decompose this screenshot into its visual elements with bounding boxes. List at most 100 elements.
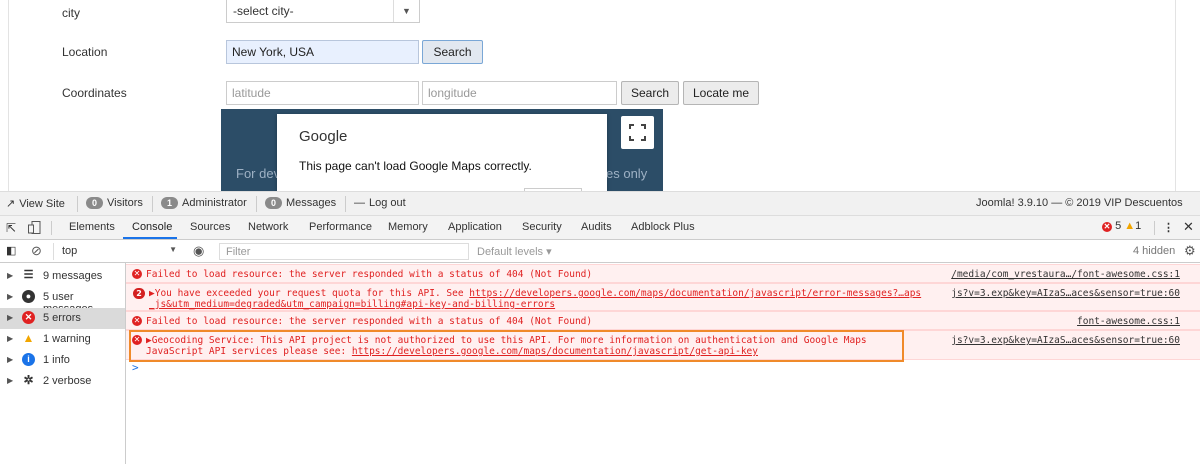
tab-network[interactable]: Network: [248, 221, 288, 233]
google-maps-error-dialog: Google This page can't load Google Maps …: [277, 114, 607, 191]
messages-count-badge: 0: [265, 197, 283, 209]
coordinates-search-button[interactable]: Search: [621, 81, 679, 105]
fullscreen-button[interactable]: [621, 116, 654, 149]
chevron-down-icon: ▼: [169, 245, 177, 254]
sidebar-item-label: 1 info: [43, 354, 70, 366]
device-icon: [28, 221, 41, 234]
longitude-input[interactable]: longitude: [422, 81, 617, 105]
eye-icon[interactable]: ◉: [193, 243, 204, 259]
location-search-button[interactable]: Search: [422, 40, 483, 64]
divider: [152, 196, 153, 212]
console-prompt[interactable]: >: [132, 361, 139, 374]
expand-triangle-icon: ▶: [7, 334, 14, 343]
device-toolbar-icon[interactable]: [28, 221, 42, 237]
google-logo: Google: [299, 128, 348, 145]
warning-icon: ▲: [22, 331, 35, 345]
console-error-row[interactable]: ✕ Failed to load resource: the server re…: [126, 264, 1200, 283]
source-link[interactable]: js?v=3.exp&key=AIzaS…aces&sensor=true:60: [951, 288, 1180, 299]
divider: [77, 196, 78, 212]
tab-security[interactable]: Security: [522, 221, 562, 233]
messages-label: Messages: [286, 197, 337, 209]
divider: [51, 221, 52, 235]
sidebar-item-verbose[interactable]: ▶ ✲ 2 verbose: [0, 371, 125, 392]
sidebar-item-errors[interactable]: ▶ ✕ 5 errors: [0, 308, 125, 329]
view-site-link[interactable]: ↗ View Site: [6, 197, 65, 211]
hidden-count: 4 hidden: [1133, 245, 1176, 257]
city-label: city: [62, 6, 80, 20]
chevron-down-icon[interactable]: ▼: [393, 0, 419, 22]
sidebar-toggle-icon[interactable]: ◧: [6, 244, 16, 257]
tab-adblock-plus[interactable]: Adblock Plus: [631, 221, 695, 233]
source-link[interactable]: font-awesome.css:1: [1077, 316, 1180, 327]
tab-sources[interactable]: Sources: [190, 221, 230, 233]
error-message: Failed to load resource: the server resp…: [146, 316, 593, 327]
sidebar-item-label: 2 verbose: [43, 375, 92, 387]
info-icon: i: [22, 353, 35, 366]
default-levels-dropdown[interactable]: Default levels ▾: [477, 245, 552, 258]
close-icon[interactable]: ✕: [1183, 219, 1194, 235]
error-text: ▶You have exceeded your request quota fo…: [149, 288, 470, 299]
kebab-menu-icon[interactable]: ⋮: [1163, 221, 1174, 234]
location-input[interactable]: New York, USA: [226, 40, 419, 64]
source-link[interactable]: js?v=3.exp&key=AIzaS…aces&sensor=true:60: [951, 335, 1180, 346]
console-error-row[interactable]: 2 ▶You have exceeded your request quota …: [126, 283, 1200, 311]
error-icon: ✕: [22, 311, 35, 324]
sidebar-item-label: 1 warning: [43, 333, 91, 345]
visitors-item[interactable]: 0 Visitors: [86, 197, 143, 209]
verbose-icon: ✲: [23, 373, 34, 387]
fullscreen-icon: [629, 124, 646, 141]
filter-input[interactable]: Filter: [219, 243, 469, 260]
active-tab-indicator: [123, 237, 177, 239]
latitude-input[interactable]: latitude: [226, 81, 419, 105]
logout-link[interactable]: — Log out: [354, 197, 406, 209]
expand-triangle-icon: ▶: [7, 376, 14, 385]
user-icon: ●: [22, 290, 35, 303]
sidebar-item-warnings[interactable]: ▶ ▲ 1 warning: [0, 329, 125, 350]
console-error-row[interactable]: ✕ Failed to load resource: the server re…: [126, 311, 1200, 330]
error-docs-link-cont[interactable]: _js&utm_medium=degraded&utm_campaign=bil…: [149, 299, 555, 310]
tab-memory[interactable]: Memory: [388, 221, 428, 233]
error-docs-link[interactable]: https://developers.google.com/maps/docum…: [469, 288, 921, 299]
tab-performance[interactable]: Performance: [309, 221, 372, 233]
tab-elements[interactable]: Elements: [69, 221, 115, 233]
messages-item[interactable]: 0 Messages: [265, 197, 336, 209]
administrator-label: Administrator: [182, 197, 247, 209]
error-message: ▶You have exceeded your request quota fo…: [149, 288, 921, 310]
inspect-element-icon[interactable]: ⇱: [6, 221, 16, 235]
sidebar-item-label: 5 errors: [43, 312, 81, 324]
source-link[interactable]: /media/com_vrestaura…/font-awesome.css:1: [951, 269, 1180, 280]
locate-me-button[interactable]: Locate me: [683, 81, 759, 105]
version-text: Joomla! 3.9.10 — © 2019 VIP Descuentos: [976, 197, 1183, 209]
tab-application[interactable]: Application: [448, 221, 502, 233]
warning-count: 1: [1135, 220, 1142, 232]
clear-console-icon[interactable]: ⊘: [31, 243, 42, 259]
visitors-count-badge: 0: [86, 197, 104, 209]
admin-count-badge: 1: [161, 197, 179, 209]
sidebar-item-messages[interactable]: ▶ ☰ 9 messages: [0, 266, 125, 287]
devtools-tabbar: ⇱ Elements Console Sources Network Perfo…: [0, 216, 1200, 240]
city-select[interactable]: -select city- ▼: [226, 0, 420, 23]
console-messages: ✕ Failed to load resource: the server re…: [126, 263, 1200, 464]
console-filterbar: ◧ ⊘ top ▼ ◉ Filter Default levels ▾ 4 hi…: [0, 240, 1200, 263]
context-select[interactable]: top ▼: [53, 243, 183, 260]
minus-icon: —: [354, 197, 365, 209]
error-icon: ✕: [132, 316, 142, 326]
tab-audits[interactable]: Audits: [581, 221, 612, 233]
error-counter[interactable]: ✕ 5 ▲1: [1102, 220, 1141, 232]
location-label: Location: [62, 45, 108, 59]
sidebar-item-user-messages[interactable]: ▶ ● 5 user messages: [0, 287, 125, 315]
error-icon: ✕: [132, 269, 142, 279]
city-select-value: -select city-: [233, 4, 294, 18]
sidebar-item-label: 9 messages: [43, 270, 103, 282]
console-sidebar: ▶ ☰ 9 messages ▶ ● 5 user messages ▶ ✕ 5…: [0, 263, 126, 464]
expand-triangle-icon: ▶: [7, 355, 14, 364]
administrator-item[interactable]: 1 Administrator: [161, 197, 247, 209]
expand-triangle-icon: ▶: [7, 313, 14, 322]
divider: [256, 196, 257, 212]
tab-console[interactable]: Console: [132, 221, 172, 233]
filter-placeholder: Filter: [226, 246, 251, 258]
gear-icon[interactable]: ⚙: [1184, 243, 1196, 259]
external-link-icon: ↗: [6, 198, 16, 210]
map-dev-watermark-right: es only: [606, 166, 648, 181]
sidebar-item-info[interactable]: ▶ i 1 info: [0, 350, 125, 371]
